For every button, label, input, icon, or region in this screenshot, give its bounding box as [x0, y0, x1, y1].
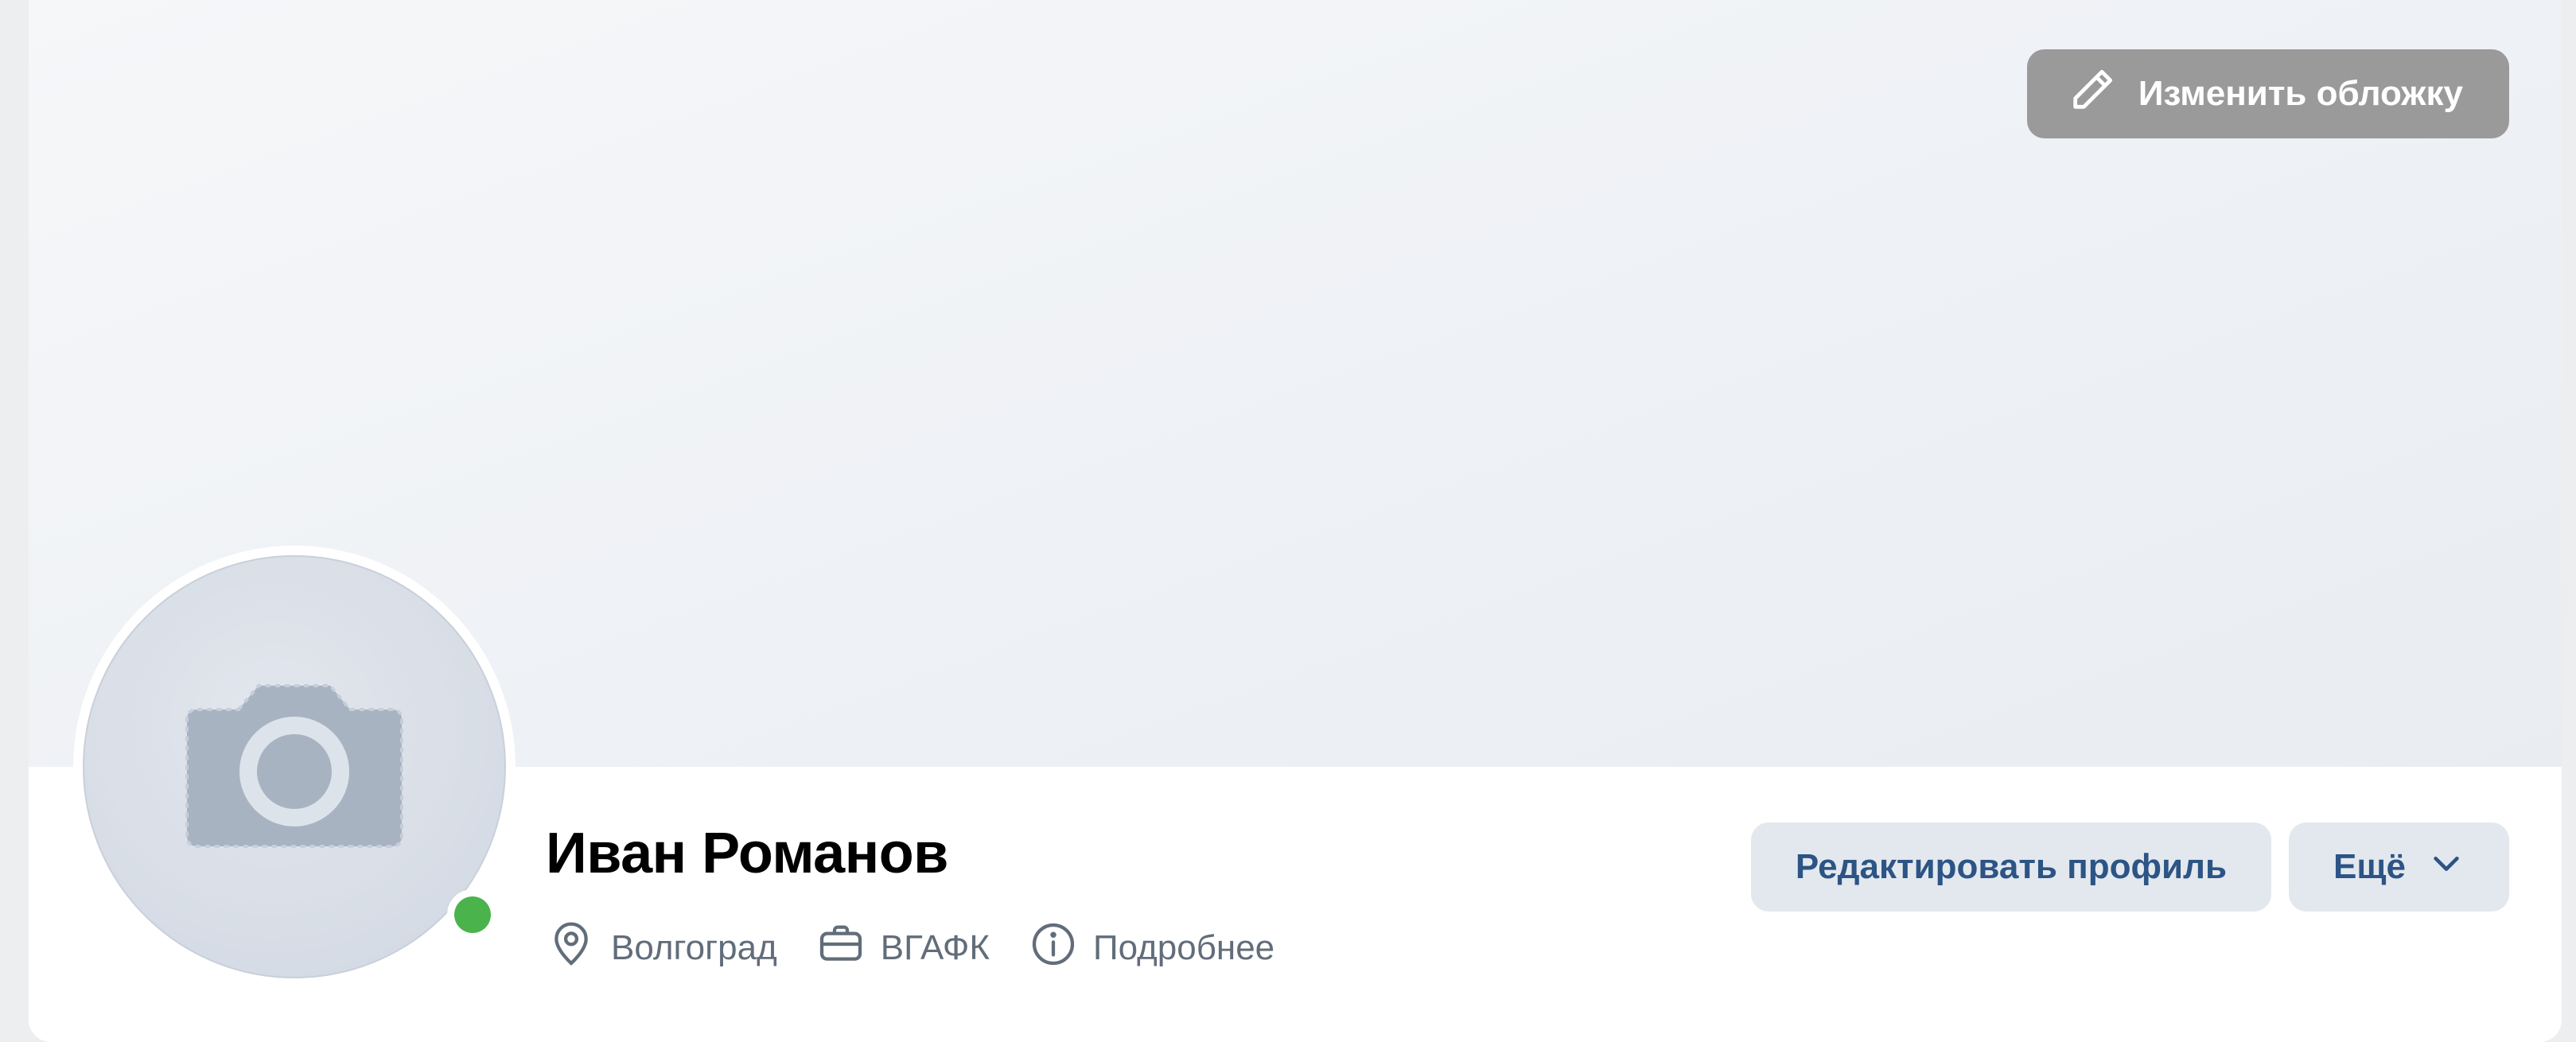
profile-meta: Волгоград ВГАФК Подробнее: [546, 918, 1274, 978]
profile-card: Изменить обложку Иван Романов Волгоград …: [29, 0, 2562, 1042]
chevron-down-icon: [2428, 845, 2465, 890]
profile-actions: Редактировать профиль Ещё: [1750, 822, 2509, 912]
details-link[interactable]: Подробнее: [1028, 919, 1274, 978]
city-text: Волгоград: [611, 928, 777, 967]
more-label: Ещё: [2333, 847, 2406, 886]
change-cover-button[interactable]: Изменить обложку: [2026, 49, 2509, 138]
details-text: Подробнее: [1092, 928, 1275, 967]
edit-profile-label: Редактировать профиль: [1795, 847, 2228, 886]
pencil-icon: [2067, 64, 2118, 124]
page: Изменить обложку Иван Романов Волгоград …: [0, 0, 2576, 1042]
info-icon: [1028, 919, 1079, 978]
location-pin-icon: [546, 919, 597, 978]
meta-city: Волгоград: [546, 919, 777, 978]
profile-name: Иван Романов: [546, 822, 948, 885]
briefcase-icon: [815, 919, 866, 978]
edit-profile-button[interactable]: Редактировать профиль: [1750, 822, 2272, 912]
meta-work[interactable]: ВГАФК: [815, 919, 990, 978]
avatar[interactable]: [73, 546, 516, 988]
avatar-placeholder: [83, 555, 506, 978]
online-status-indicator: [447, 889, 498, 940]
camera-icon: [183, 678, 406, 857]
change-cover-label: Изменить обложку: [2138, 74, 2463, 113]
more-button[interactable]: Ещё: [2289, 822, 2509, 912]
work-text: ВГАФК: [880, 928, 990, 967]
